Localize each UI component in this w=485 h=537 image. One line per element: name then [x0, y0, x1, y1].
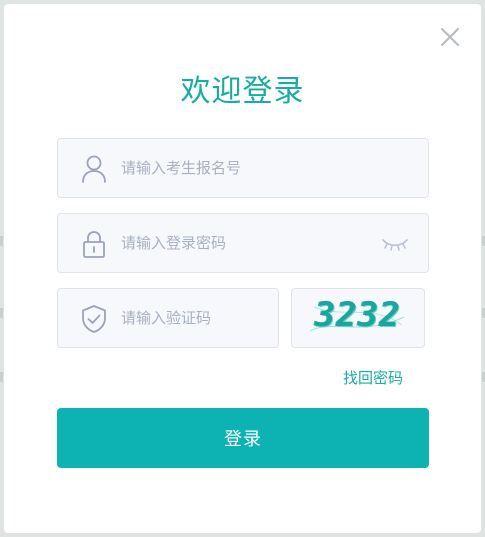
exam-id-input[interactable] [121, 139, 411, 197]
captcha-input[interactable] [121, 289, 271, 347]
backdrop-edge-mark [0, 372, 3, 382]
user-icon [80, 154, 108, 184]
close-icon[interactable] [438, 25, 462, 49]
captcha-text: 3232 [315, 295, 401, 335]
backdrop-edge-mark [0, 236, 3, 246]
exam-id-field[interactable] [57, 138, 429, 198]
login-button[interactable]: 登录 [57, 408, 429, 468]
captcha-field[interactable] [57, 288, 279, 348]
lock-icon [80, 229, 108, 259]
eye-closed-icon[interactable] [381, 236, 409, 252]
captcha-image[interactable]: 3232 [291, 288, 425, 348]
password-field[interactable] [57, 213, 429, 273]
dialog-title: 欢迎登录 [180, 74, 305, 109]
forgot-password-link[interactable]: 找回密码 [343, 368, 403, 388]
login-dialog: 欢迎登录 请输入考生报名号 请输入验证码 3232 找回密码 登录 [4, 4, 481, 533]
password-input[interactable] [121, 214, 371, 272]
shield-check-icon [80, 304, 108, 334]
backdrop-edge-mark [0, 308, 3, 318]
